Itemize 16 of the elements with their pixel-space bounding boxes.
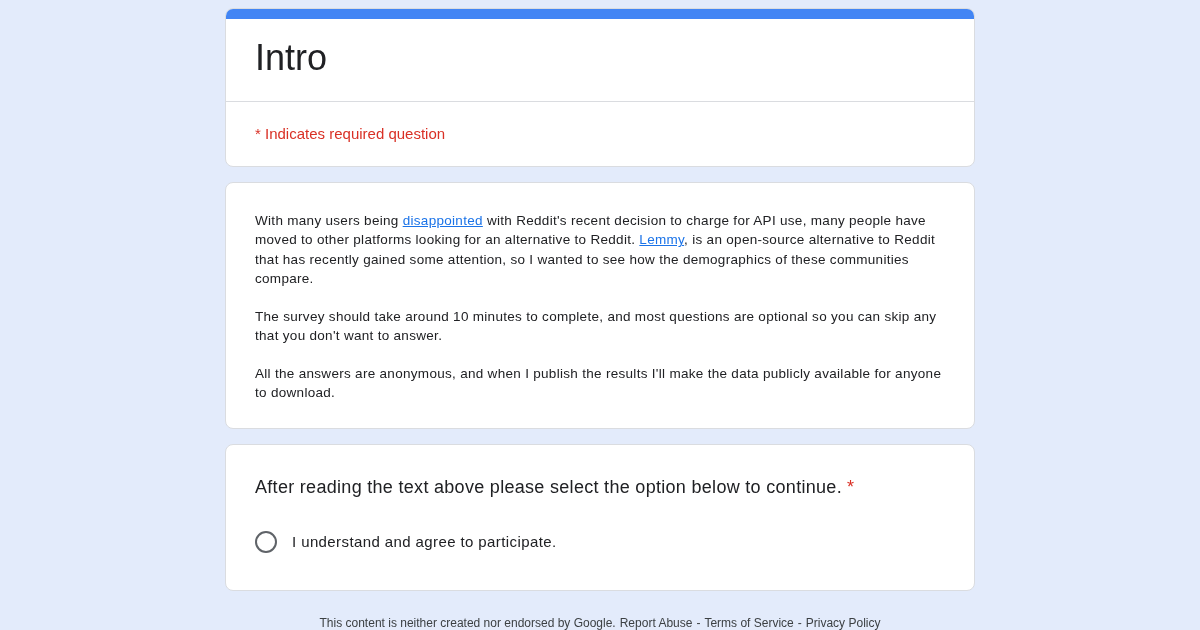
required-note: * Indicates required question (226, 101, 974, 166)
footer-link[interactable]: Terms of Service (704, 616, 794, 630)
description-paragraph: All the answers are anonymous, and when I publish the results I'll make the data publicly available for anyone to download. (255, 364, 943, 403)
question-text: After reading the text above please select the option below to continue. * (255, 475, 856, 499)
description-paragraph: With many users being disappointed with Reddit's recent decision to charge for API use, many people have moved to other platforms looking for an alternative to Reddit. Lemmy, is an open-source alternative to Reddit that has recently gained some attention, so I wanted to see how the demographics of these communities compare. (255, 211, 937, 289)
description-paragraph: The survey should take around 10 minutes to complete, and most questions are optional so you can skip any that you don't want to answer. (255, 307, 938, 346)
text-link[interactable]: disappointed (402, 212, 483, 228)
text-link[interactable]: Lemmy (639, 232, 685, 248)
radio-button[interactable] (255, 530, 277, 553)
footer-link[interactable]: Privacy Policy (805, 616, 881, 630)
footer-link[interactable]: Report Abuse (619, 616, 693, 630)
footer-text: This content is neither created nor endorsed by Google. (319, 616, 616, 630)
footer-separator: - (797, 616, 802, 630)
footer-separator: - (696, 616, 701, 630)
form-title: Intro (254, 36, 329, 80)
option-label[interactable]: I understand and agree to participate. (292, 533, 557, 551)
